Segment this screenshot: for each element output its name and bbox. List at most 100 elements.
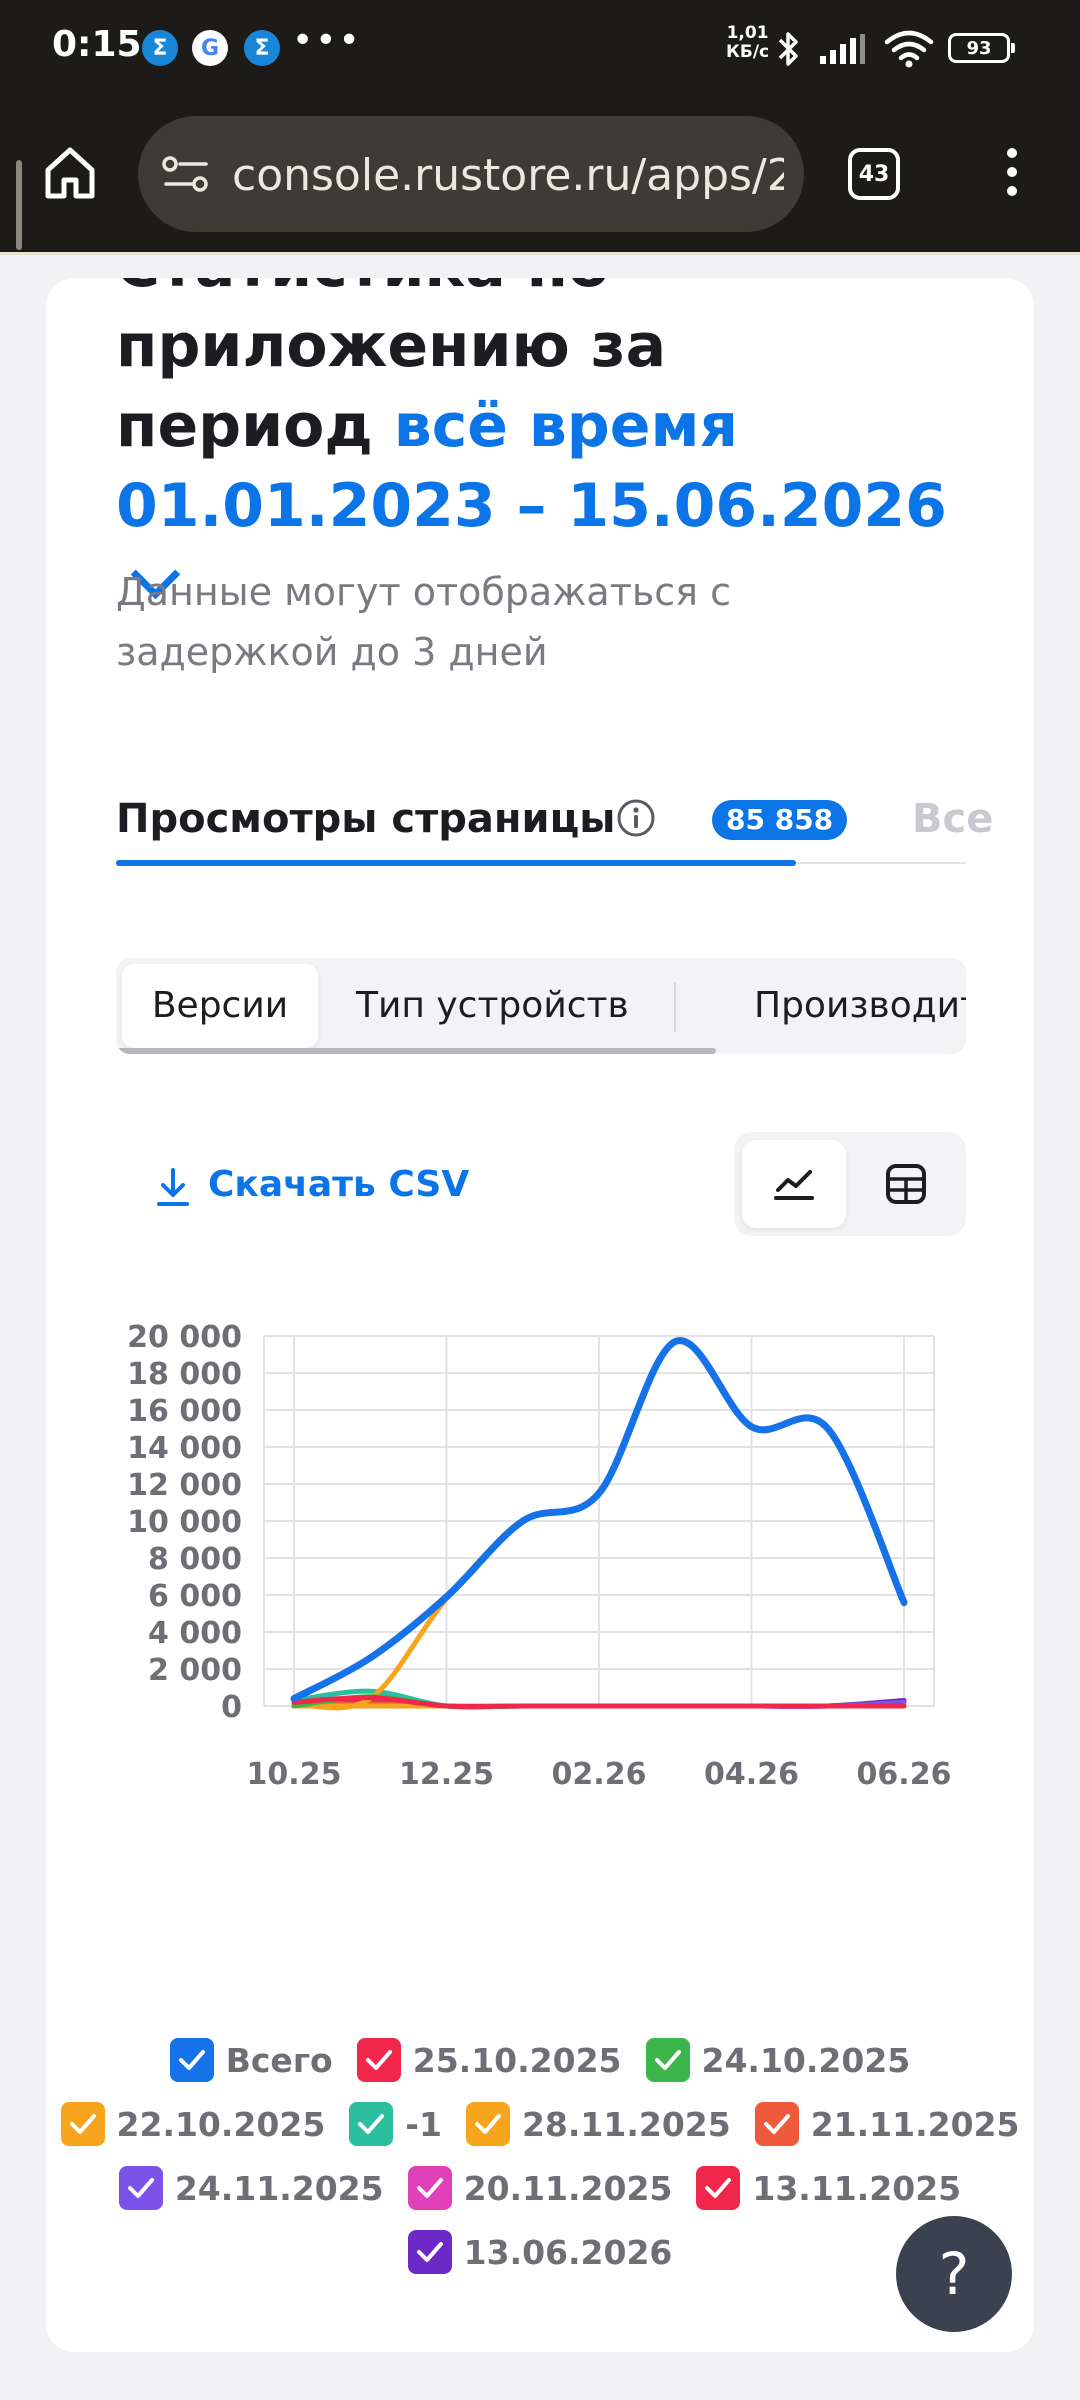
checkbox-checked-icon[interactable] <box>407 2166 452 2210</box>
wifi-icon <box>884 30 934 68</box>
segment-scrollbar[interactable] <box>116 1048 716 1054</box>
tab-switcher-button[interactable]: 43 <box>848 148 900 200</box>
y-tick-label: 2 000 <box>148 1653 242 1688</box>
table-view-button[interactable] <box>854 1140 958 1228</box>
y-tick-label: 8 000 <box>148 1542 242 1577</box>
legend-label: 13.06.2026 <box>463 2232 673 2272</box>
address-bar[interactable]: console.rustore.ru/apps/20 <box>138 116 804 232</box>
y-tick-label: 0 <box>221 1690 242 1725</box>
legend-item[interactable]: 25.10.2025 <box>356 2038 622 2082</box>
active-tab-underline <box>116 860 796 866</box>
sigma-app-icon: Σ <box>142 30 178 66</box>
legend-row: 24.11.2025 20.11.2025 13.11.2025 <box>46 2156 1034 2220</box>
legend-item[interactable]: 24.10.2025 <box>645 2038 911 2082</box>
legend-row: Всего 25.10.2025 24.10.2025 <box>46 2028 1034 2092</box>
checkbox-checked-icon[interactable] <box>465 2102 510 2146</box>
overflow-menu-icon[interactable] <box>1000 144 1024 204</box>
period-selector[interactable]: всё время <box>394 391 738 461</box>
title-line-1: Статистика по <box>116 278 976 306</box>
legend-row: 22.10.2025 -1 28.11.2025 21.11.2025 <box>46 2092 1034 2156</box>
statistics-card: Статистика по приложению за период всё в… <box>46 278 1034 2352</box>
signal-icon <box>820 34 865 64</box>
y-tick-label: 14 000 <box>127 1431 242 1466</box>
x-tick-label: 10.25 <box>247 1757 342 1792</box>
legend-item[interactable]: 24.11.2025 <box>118 2166 384 2210</box>
bluetooth-icon <box>778 32 798 66</box>
segment-device-type[interactable]: Тип устройств <box>356 964 629 1048</box>
status-bar: 0:15 Σ G Σ ••• 1,01 КБ/с 93 <box>0 0 1080 100</box>
page-views-line-chart: 20 00018 00016 00014 00012 00010 0008 00… <box>127 1320 952 1792</box>
tab-page-views[interactable]: Просмотры страницы <box>116 796 615 842</box>
page-views-count-badge: 85 858 <box>712 800 848 840</box>
battery-icon: 93 <box>948 33 1015 63</box>
legend-label: 21.11.2025 <box>810 2104 1020 2144</box>
legend-item[interactable]: 13.11.2025 <box>696 2166 961 2210</box>
legend-label: Всего <box>225 2040 333 2080</box>
checkbox-checked-icon[interactable] <box>169 2038 214 2082</box>
y-tick-label: 4 000 <box>148 1616 242 1651</box>
x-tick-label: 12.25 <box>399 1757 494 1792</box>
tab-divider <box>796 862 966 864</box>
legend-label: 13.11.2025 <box>752 2168 962 2208</box>
download-csv-button[interactable]: Скачать CSV <box>208 1164 469 1205</box>
legend-item[interactable]: 22.10.2025 <box>60 2102 326 2146</box>
more-notifications-icon: ••• <box>292 20 362 61</box>
segment-divider <box>674 982 676 1032</box>
legend-label: 28.11.2025 <box>521 2104 731 2144</box>
checkbox-checked-icon[interactable] <box>60 2102 105 2146</box>
legend-label: -1 <box>405 2104 442 2144</box>
sigma-app-icon-2: Σ <box>244 30 280 66</box>
x-tick-label: 04.26 <box>704 1757 799 1792</box>
y-tick-label: 12 000 <box>127 1468 242 1503</box>
google-icon: G <box>192 30 228 66</box>
title-period: период <box>116 391 373 461</box>
help-button[interactable]: ? <box>896 2216 1012 2332</box>
legend-label: 22.10.2025 <box>116 2104 326 2144</box>
checkbox-checked-icon[interactable] <box>754 2102 799 2146</box>
x-tick-label: 06.26 <box>857 1757 952 1792</box>
breakdown-segmented-control: Версии Тип устройств Производители <box>116 958 966 1054</box>
checkbox-checked-icon[interactable] <box>356 2038 401 2082</box>
site-settings-icon[interactable] <box>162 154 210 194</box>
network-speed-unit: КБ/с <box>726 42 770 62</box>
legend-item[interactable]: 28.11.2025 <box>465 2102 731 2146</box>
download-icon[interactable] <box>154 1166 192 1208</box>
checkbox-checked-icon[interactable] <box>407 2230 452 2274</box>
y-tick-label: 10 000 <box>127 1505 242 1540</box>
network-speed: 1,01 КБ/с <box>726 24 769 62</box>
segment-versions[interactable]: Версии <box>122 964 318 1048</box>
network-speed-value: 1,01 <box>726 23 769 43</box>
legend-item[interactable]: 13.06.2026 <box>407 2230 673 2274</box>
title-line-2: приложению за <box>116 311 667 381</box>
checkbox-checked-icon[interactable] <box>118 2166 163 2210</box>
tab-all[interactable]: Все <box>912 796 992 842</box>
legend-item[interactable]: Всего <box>169 2038 333 2082</box>
toolbar-divider <box>0 252 1080 255</box>
url-text[interactable]: console.rustore.ru/apps/20 <box>232 150 784 201</box>
legend-item[interactable]: 21.11.2025 <box>754 2102 1020 2146</box>
legend-item[interactable]: 20.11.2025 <box>407 2166 673 2210</box>
delay-notice: Данные могут отображаться с задержкой до… <box>116 570 731 674</box>
home-icon[interactable] <box>40 142 100 202</box>
checkbox-checked-icon[interactable] <box>349 2102 394 2146</box>
legend-label: 24.11.2025 <box>174 2168 384 2208</box>
chart-legend: Всего 25.10.2025 24.10.2025 22.10.2025 -1 28.… <box>46 2028 1034 2284</box>
x-tick-label: 02.26 <box>552 1757 647 1792</box>
line-chart-icon <box>774 1170 814 1200</box>
checkbox-checked-icon[interactable] <box>645 2038 690 2082</box>
page-scroll-indicator <box>16 160 22 250</box>
date-range[interactable]: 01.01.2023 – 15.06.2026 <box>116 471 947 541</box>
y-tick-label: 6 000 <box>148 1579 242 1614</box>
checkbox-checked-icon[interactable] <box>696 2166 741 2210</box>
legend-item[interactable]: -1 <box>349 2102 442 2146</box>
info-icon[interactable] <box>616 798 656 838</box>
status-time: 0:15 <box>52 24 142 65</box>
legend-row: 13.06.2026 <box>46 2220 1034 2284</box>
y-tick-label: 16 000 <box>127 1394 242 1429</box>
view-toggle <box>734 1132 966 1236</box>
table-icon <box>886 1164 926 1204</box>
legend-label: 20.11.2025 <box>463 2168 673 2208</box>
line-chart-view-button[interactable] <box>742 1140 846 1228</box>
legend-label: 24.10.2025 <box>701 2040 911 2080</box>
segment-manufacturers[interactable]: Производители <box>754 964 966 1048</box>
